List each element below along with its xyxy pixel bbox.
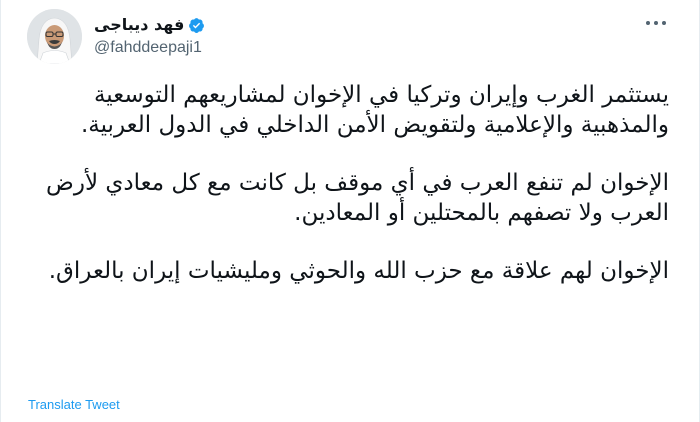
author-display-name[interactable]: فهد ديباجى	[94, 15, 184, 35]
more-horizontal-icon	[646, 21, 666, 25]
tweet-card: فهد ديباجى @fahddeepaji1 يستثمر الغرب وإ…	[0, 0, 700, 422]
tweet-paragraph: الإخوان لم تنفع العرب في أي موقف بل كانت…	[46, 170, 669, 226]
tweet-text: يستثمر الغرب وإيران وتركيا في الإخوان لم…	[19, 80, 669, 314]
author-identity: فهد ديباجى @fahddeepaji1	[94, 9, 209, 64]
translate-tweet-link[interactable]: Translate Tweet	[28, 397, 120, 412]
avatar-image	[27, 9, 82, 64]
tweet-paragraph: الإخوان لهم علاقة مع حزب الله والحوثي وم…	[48, 258, 669, 284]
tweet-paragraph: يستثمر الغرب وإيران وتركيا في الإخوان لم…	[80, 82, 669, 138]
name-row: فهد ديباجى	[94, 15, 209, 35]
author-handle[interactable]: @fahddeepaji1	[94, 38, 209, 58]
avatar[interactable]	[27, 9, 82, 64]
tweet-header: فهد ديباجى @fahddeepaji1	[27, 9, 209, 64]
verified-badge-icon	[188, 17, 205, 34]
more-options-button[interactable]	[641, 12, 671, 34]
